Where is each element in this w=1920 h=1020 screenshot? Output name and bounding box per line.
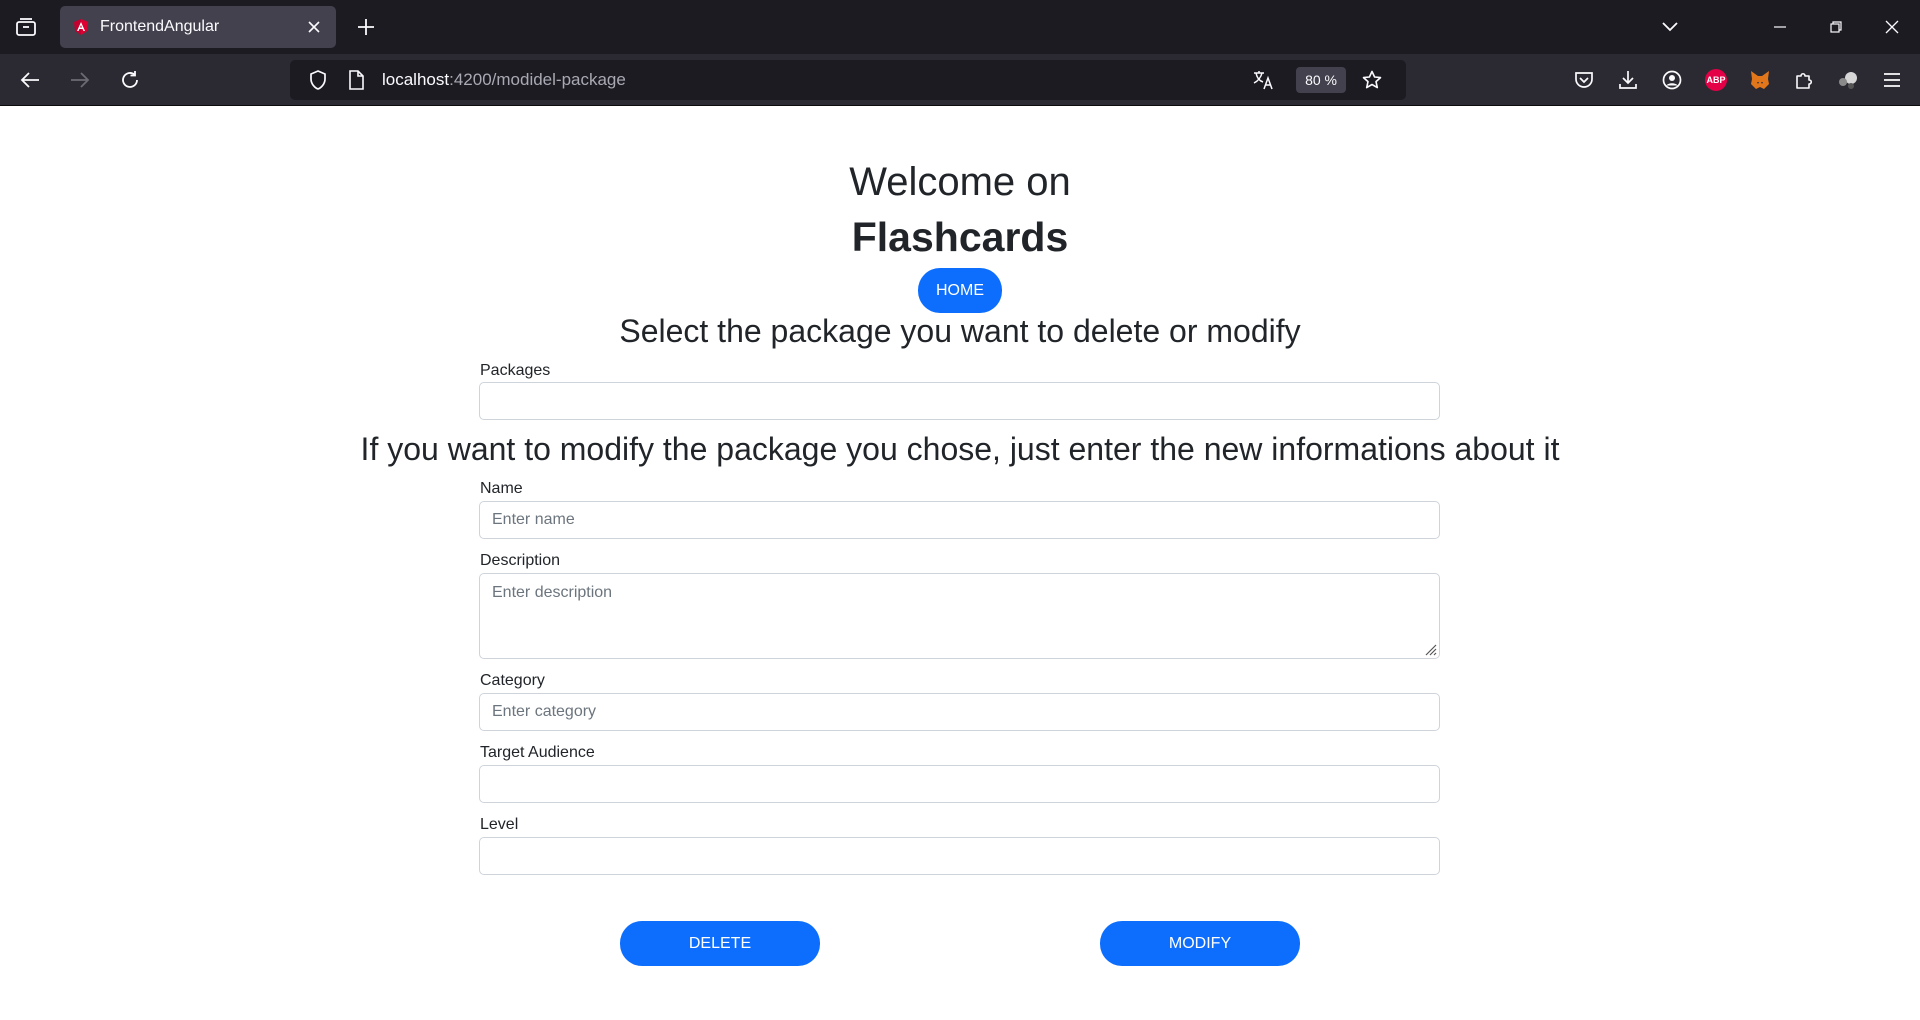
level-select[interactable]	[479, 837, 1440, 875]
modify-button[interactable]: MODIFY	[1100, 921, 1300, 966]
browser-tab-active[interactable]: FrontendAngular	[60, 6, 336, 48]
welcome-heading: Welcome on	[849, 160, 1071, 204]
packages-select[interactable]	[479, 382, 1440, 420]
level-label: Level	[480, 816, 519, 833]
adblock-plus-icon[interactable]: ABP	[1694, 60, 1738, 100]
close-window-icon[interactable]	[1864, 0, 1920, 54]
account-icon[interactable]	[1650, 60, 1694, 100]
metamask-fox-icon[interactable]	[1738, 60, 1782, 100]
restore-icon[interactable]	[1808, 0, 1864, 54]
angular-favicon-icon	[72, 18, 90, 36]
list-all-tabs-icon[interactable]	[0, 0, 52, 54]
description-textarea[interactable]: Enter description	[479, 573, 1440, 659]
description-placeholder: Enter description	[492, 584, 613, 601]
brand-title: Flashcards	[851, 214, 1069, 260]
profile-extension-icon[interactable]	[1826, 60, 1870, 100]
select-package-heading: Select the package you want to delete or…	[619, 313, 1301, 349]
packages-label: Packages	[480, 362, 551, 379]
browser-navbar: localhost:4200/modidel-package 80 % ABP	[0, 54, 1920, 106]
description-label: Description	[480, 552, 561, 569]
reload-icon[interactable]	[108, 60, 152, 100]
minimize-icon[interactable]	[1752, 0, 1808, 54]
tab-title: FrontendAngular	[100, 18, 220, 35]
bookmark-star-icon[interactable]	[1356, 64, 1388, 96]
url-text[interactable]: localhost:4200/modidel-package	[382, 70, 1248, 90]
address-bar[interactable]: localhost:4200/modidel-package 80 %	[290, 60, 1406, 100]
category-label: Category	[480, 672, 545, 689]
page-info-icon[interactable]	[340, 64, 372, 96]
name-label: Name	[480, 480, 523, 497]
shield-icon[interactable]	[302, 64, 334, 96]
modify-package-heading: If you want to modify the package you ch…	[360, 431, 1560, 467]
name-input[interactable]: Enter name	[479, 501, 1440, 539]
page-content: Welcome on Flashcards HOME Select the pa…	[0, 106, 1920, 1020]
home-button[interactable]: HOME	[918, 268, 1002, 313]
translate-icon[interactable]	[1248, 64, 1280, 96]
hamburger-menu-icon[interactable]	[1870, 60, 1914, 100]
browser-tabbar: FrontendAngular	[0, 0, 1920, 54]
back-arrow-icon[interactable]	[8, 60, 52, 100]
resize-grip-icon[interactable]	[1423, 642, 1437, 656]
chevron-down-icon[interactable]	[1650, 0, 1690, 54]
target-audience-label: Target Audience	[480, 744, 595, 761]
new-tab-icon[interactable]	[346, 7, 386, 47]
forward-arrow-icon[interactable]	[58, 60, 102, 100]
close-tab-icon[interactable]	[304, 17, 324, 37]
category-input[interactable]: Enter category	[479, 693, 1440, 731]
target-audience-select[interactable]	[479, 765, 1440, 803]
delete-button[interactable]: DELETE	[620, 921, 820, 966]
downloads-icon[interactable]	[1606, 60, 1650, 100]
zoom-level-badge[interactable]: 80 %	[1296, 67, 1346, 93]
pocket-icon[interactable]	[1562, 60, 1606, 100]
extensions-puzzle-icon[interactable]	[1782, 60, 1826, 100]
